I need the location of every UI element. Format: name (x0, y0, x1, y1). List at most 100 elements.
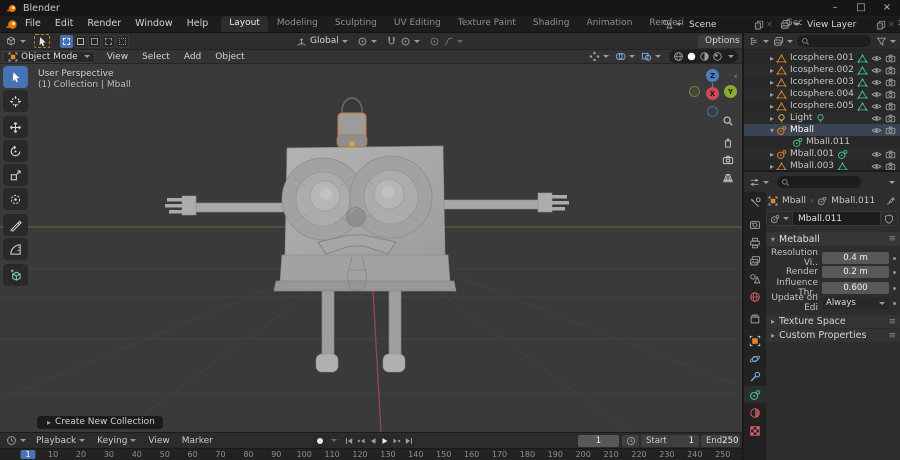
previous-keyframe-button[interactable] (355, 434, 367, 447)
viewport-menu-add[interactable]: Add (177, 50, 208, 64)
tab-animation[interactable]: Animation (578, 16, 640, 32)
frame-tick[interactable]: 160 (464, 450, 479, 459)
scene-icon[interactable] (662, 19, 673, 30)
render-visibility-icon[interactable] (885, 53, 896, 64)
expand-arrow-icon[interactable]: ▸ (768, 90, 776, 99)
zoom-view-button[interactable] (720, 113, 736, 129)
render-visibility-icon[interactable] (885, 101, 896, 112)
falloff-dropdown-icon[interactable] (456, 39, 463, 43)
frame-tick[interactable]: 180 (520, 450, 535, 459)
influence-threshold-slider[interactable]: 0.600 (822, 282, 889, 294)
viewport-menu-select[interactable]: Select (135, 50, 177, 64)
gizmo-dropdown-icon[interactable] (603, 55, 609, 58)
camera-view-button[interactable] (720, 152, 736, 168)
show-overlays-icon[interactable] (615, 51, 626, 62)
move-tool-button[interactable] (3, 116, 28, 138)
hide-eye-icon[interactable] (871, 113, 882, 124)
frame-tick[interactable]: 120 (352, 450, 367, 459)
outliner-row-icosphere-004[interactable]: ▸ Icosphere.004 (744, 88, 900, 100)
frame-tick[interactable]: 210 (603, 450, 618, 459)
material-shading-icon[interactable] (699, 51, 710, 62)
cursor-tool-button[interactable] (3, 90, 28, 112)
outliner-row-icosphere-002[interactable]: ▸ Icosphere.002 (744, 64, 900, 76)
gizmo-minus-x-axis[interactable] (689, 86, 700, 97)
timeline-editor-icon[interactable] (6, 435, 17, 446)
orientation-dropdown-icon[interactable] (341, 39, 348, 43)
outliner-filter-icon[interactable] (876, 36, 887, 47)
timeline-menu-marker[interactable]: Marker (176, 436, 219, 446)
fake-user-button[interactable] (881, 211, 898, 226)
gizmo-y-axis[interactable]: Y (724, 85, 737, 98)
scale-tool-button[interactable] (3, 164, 28, 186)
minimize-button[interactable]: – (822, 0, 848, 16)
hide-eye-icon[interactable] (871, 101, 882, 112)
xray-dropdown-icon[interactable] (655, 55, 661, 58)
tab-scene[interactable] (744, 270, 766, 287)
hide-eye-icon[interactable] (871, 53, 882, 64)
timeline-menu-view[interactable]: View (142, 436, 175, 446)
snap-magnet-icon[interactable] (386, 36, 397, 47)
tab-uv-editing[interactable]: UV Editing (386, 16, 449, 32)
auto-keyframe-button[interactable] (314, 434, 326, 447)
frame-tick[interactable]: 240 (687, 450, 702, 459)
expand-arrow-icon[interactable]: ▸ (768, 54, 776, 63)
menu-help[interactable]: Help (180, 16, 216, 32)
proportional-edit-icon[interactable] (429, 36, 440, 47)
viewport-canvas[interactable]: User Perspective (1) Collection | Mball … (0, 64, 742, 432)
remove-view-layer-icon[interactable]: × (888, 20, 895, 30)
select-box-tool-button[interactable] (3, 66, 28, 88)
editor-type-dropdown-icon[interactable] (20, 39, 26, 43)
tab-shading[interactable]: Shading (525, 16, 578, 32)
tab-texture-paint[interactable]: Texture Paint (450, 16, 524, 32)
menu-render[interactable]: Render (80, 16, 128, 32)
scene-dropdown-icon[interactable] (676, 23, 682, 26)
properties-search-field[interactable] (777, 176, 861, 188)
animate-dot[interactable] (893, 286, 896, 290)
expand-arrow-icon[interactable]: ▸ (768, 78, 776, 87)
outliner-filter-dropdown-icon[interactable] (890, 39, 896, 43)
render-visibility-icon[interactable] (885, 149, 896, 160)
sidebar-expand-arrow[interactable]: ‹ (734, 72, 738, 82)
update-on-edit-dropdown[interactable]: Always (822, 297, 889, 309)
frame-tick[interactable]: 200 (576, 450, 591, 459)
orientation-value[interactable]: Global (310, 36, 339, 46)
shading-dropdown-icon[interactable] (728, 55, 734, 58)
expand-arrow-icon[interactable]: ▸ (768, 114, 776, 123)
new-view-layer-icon[interactable] (876, 20, 886, 30)
tab-world[interactable] (744, 288, 766, 305)
menu-window[interactable]: Window (128, 16, 179, 32)
maximize-button[interactable]: □ (848, 0, 874, 16)
gizmo-minus-z-axis[interactable] (707, 106, 718, 117)
viewport-menu-object[interactable]: Object (208, 50, 251, 64)
frame-tick[interactable]: 60 (188, 450, 198, 459)
current-frame-field[interactable]: 1 (578, 434, 619, 447)
breadcrumb-object[interactable]: Mball (782, 196, 806, 206)
pivot-dropdown-icon[interactable] (370, 39, 377, 43)
frame-tick[interactable]: 250 (715, 450, 730, 459)
outliner-row-mball-001[interactable]: ▸ Mball.001 (744, 148, 900, 160)
select-mode-subtract-button[interactable] (88, 34, 101, 48)
render-visibility-icon[interactable] (885, 89, 896, 100)
play-reverse-button[interactable] (367, 434, 379, 447)
tab-constraints[interactable] (744, 368, 766, 385)
snap-target-icon[interactable] (400, 36, 411, 47)
animate-dot[interactable] (893, 270, 896, 274)
create-collection-button[interactable]: ▸ Create New Collection (36, 415, 164, 430)
hide-eye-icon[interactable] (871, 149, 882, 160)
pan-view-button[interactable] (720, 134, 736, 150)
keying-set-dropdown-icon[interactable] (331, 439, 337, 442)
outliner-search-field[interactable] (797, 35, 871, 47)
falloff-curve-icon[interactable] (443, 36, 454, 47)
timeline-menu-playback[interactable]: Playback (30, 436, 91, 446)
outliner-filter-collection-icon[interactable] (773, 36, 784, 47)
outliner-row-icosphere-003[interactable]: ▸ Icosphere.003 (744, 76, 900, 88)
collapse-arrow-icon[interactable]: ▾ (768, 126, 776, 135)
properties-editor-dropdown-icon[interactable] (763, 180, 769, 184)
frame-tick[interactable]: 170 (492, 450, 507, 459)
data-name-field[interactable]: Mball.011 (793, 211, 881, 226)
select-mode-extend-button[interactable] (74, 34, 87, 48)
measure-tool-button[interactable] (3, 238, 28, 260)
rotate-tool-button[interactable] (3, 140, 28, 162)
frame-tick[interactable]: 70 (215, 450, 225, 459)
frame-tick[interactable]: 140 (408, 450, 423, 459)
